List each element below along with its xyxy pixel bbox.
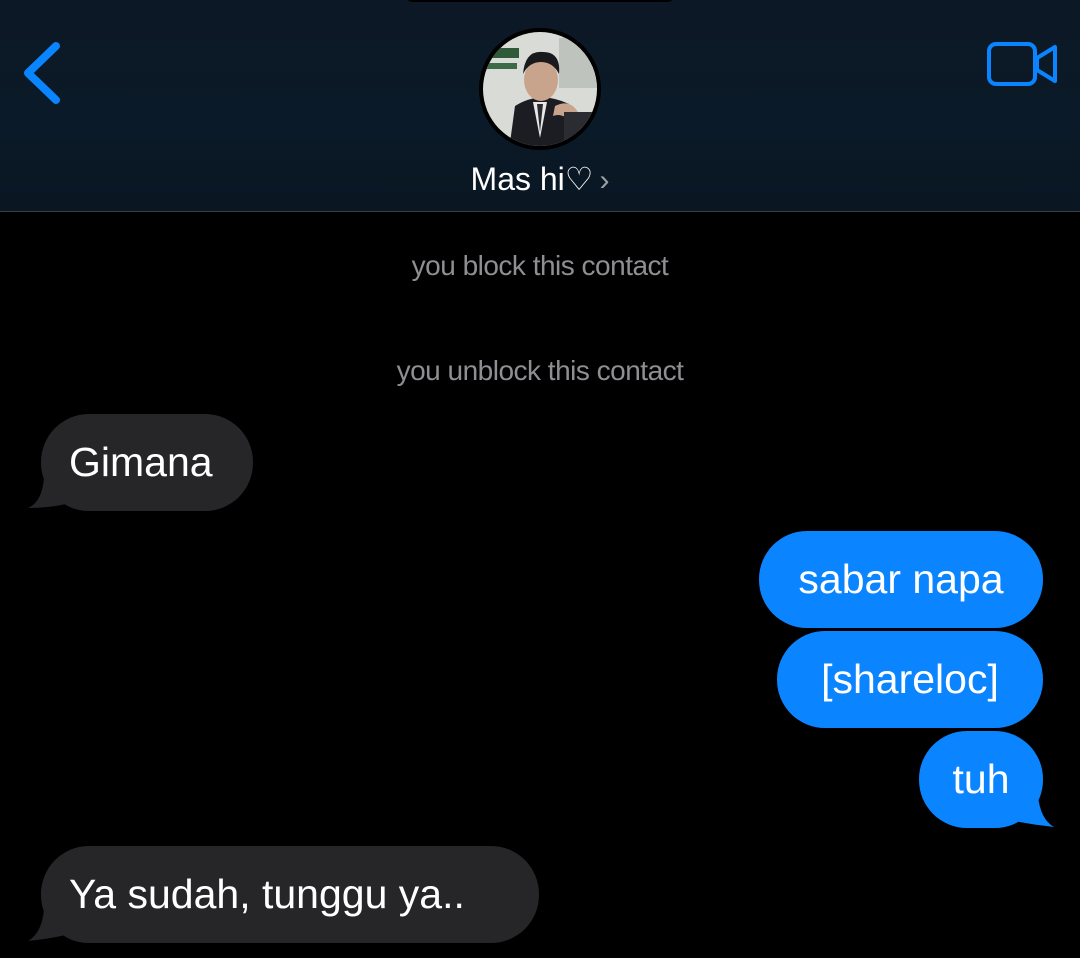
message-text: Gimana — [69, 439, 213, 485]
back-button[interactable] — [18, 38, 68, 108]
contact-name[interactable]: Mas hi♡ › — [0, 157, 1080, 203]
message-text: tuh — [952, 756, 1010, 802]
avatar-image — [479, 28, 601, 150]
contact-name-label: Mas hi♡ — [470, 161, 594, 197]
video-call-button[interactable] — [986, 40, 1060, 88]
message-bubble-outgoing[interactable]: tuh — [919, 731, 1043, 828]
system-message: you unblock this contact — [396, 355, 684, 386]
message-bubble-outgoing[interactable]: [shareloc] — [777, 631, 1043, 728]
conversation-header: Mas hi♡ › — [0, 0, 1080, 212]
chevron-right-icon: › — [599, 164, 610, 197]
message-bubble-outgoing[interactable]: sabar napa — [759, 531, 1043, 628]
message-text: [shareloc] — [821, 656, 999, 702]
chevron-left-icon — [24, 42, 60, 104]
contact-avatar[interactable] — [479, 28, 601, 150]
message-bubble-incoming[interactable]: Ya sudah, tunggu ya.. — [41, 846, 539, 943]
message-text: sabar napa — [798, 556, 1004, 602]
message-text: Ya sudah, tunggu ya.. — [69, 871, 465, 917]
device-notch — [405, 0, 675, 2]
system-message: you block this contact — [411, 250, 669, 281]
message-bubble-incoming[interactable]: Gimana — [41, 414, 253, 511]
video-camera-icon — [987, 42, 1057, 86]
